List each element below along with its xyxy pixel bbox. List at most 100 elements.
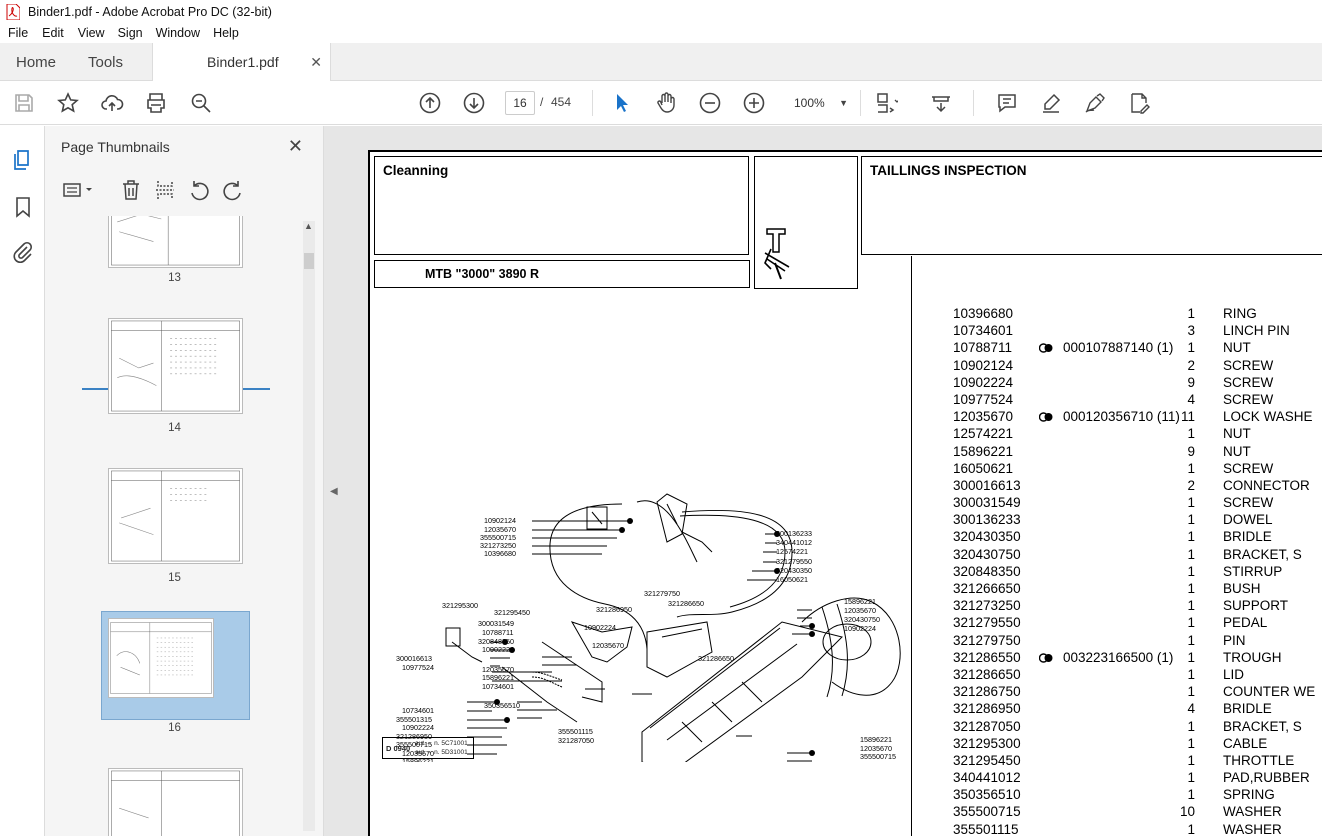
- menu-file[interactable]: File: [8, 26, 28, 40]
- page-thumbnail-current[interactable]: [108, 618, 214, 698]
- diagram-label: 10902224: [584, 623, 616, 632]
- options-menu-icon[interactable]: [61, 178, 92, 202]
- toolbar-divider: [973, 90, 974, 116]
- document-viewer[interactable]: ◀ Cleanning MTB "3000" 3890 R TAILLINGS …: [324, 126, 1322, 836]
- parts-row: 321273250 1 SUPPORT: [953, 598, 1322, 615]
- interchange-marker-icon: [1039, 343, 1053, 354]
- page-fit-icon[interactable]: [874, 91, 900, 115]
- diagram-label: 15896221: [482, 673, 514, 682]
- page-separator: /: [540, 95, 544, 109]
- diagram-label: 355501115: [558, 727, 593, 736]
- part-quantity: 1: [1187, 563, 1195, 579]
- close-panel-icon[interactable]: ✕: [288, 136, 303, 157]
- zoom-search-icon[interactable]: [189, 91, 213, 115]
- interchange-marker-icon: [1039, 412, 1053, 422]
- page-number-input[interactable]: 16: [505, 91, 535, 115]
- diagram-label: 340441012: [776, 538, 812, 547]
- menu-sign[interactable]: Sign: [118, 26, 143, 40]
- part-number: 12574221: [953, 426, 1014, 442]
- parts-row: 321295300 1 CABLE: [953, 736, 1322, 753]
- scroll-thumb[interactable]: [304, 253, 314, 269]
- part-number: 10977524: [953, 391, 1014, 407]
- rotate-right-icon[interactable]: [221, 178, 245, 202]
- tab-tools[interactable]: Tools: [88, 43, 123, 81]
- scroll-mode-icon[interactable]: [929, 91, 953, 115]
- drawing-note: aut.→ n. 5C71001: [415, 740, 468, 747]
- menu-help[interactable]: Help: [213, 26, 239, 40]
- diagram-label: 10902224: [482, 645, 514, 654]
- print-icon[interactable]: [144, 91, 168, 115]
- symbol-box: [754, 156, 858, 289]
- drawing-note: aut.→ n. 5D31001: [415, 749, 468, 756]
- zoom-level-select[interactable]: 100% ▼: [786, 91, 852, 115]
- part-quantity: 2: [1187, 357, 1195, 373]
- page-thumbnail[interactable]: [108, 468, 243, 564]
- exploded-diagram: 10902124 12035670 355500715 321273250 10…: [382, 432, 904, 786]
- diagram-label: 16050621: [776, 575, 808, 584]
- part-number: 355500715: [953, 804, 1021, 820]
- parts-row: 321279550 1 PEDAL: [953, 615, 1322, 632]
- diagram-label: 321295300: [442, 601, 478, 610]
- sign-pen-icon[interactable]: [1083, 91, 1107, 115]
- zoom-in-icon[interactable]: [742, 91, 766, 115]
- thumbnail-scrollbar[interactable]: ▲: [303, 221, 315, 831]
- tab-home[interactable]: Home: [16, 43, 56, 81]
- part-description: LOCK WASHE: [1223, 409, 1313, 425]
- page-thumbnails-icon[interactable]: [11, 148, 35, 172]
- zoom-out-icon[interactable]: [698, 91, 722, 115]
- part-number: 340441012: [953, 770, 1021, 786]
- part-description: PEDAL: [1223, 615, 1268, 631]
- part-number: 300016613: [953, 477, 1021, 493]
- select-cursor-icon[interactable]: [610, 91, 634, 115]
- parts-row: 16050621 1 SCREW: [953, 461, 1322, 478]
- title-bar: Binder1.pdf - Adobe Acrobat Pro DC (32-b…: [0, 0, 1322, 23]
- diagram-label: 321287050: [558, 736, 594, 745]
- panel-title: Page Thumbnails: [61, 139, 170, 155]
- star-icon[interactable]: [56, 91, 80, 115]
- menu-edit[interactable]: Edit: [42, 26, 64, 40]
- thumbnails-panel: Page Thumbnails ✕ 13 14 15 16 ▲: [45, 126, 324, 836]
- bookmark-icon[interactable]: [11, 195, 35, 219]
- parts-row: 10977524 4 SCREW: [953, 392, 1322, 409]
- comment-icon[interactable]: [995, 91, 1019, 115]
- scroll-up-icon[interactable]: ▲: [304, 221, 313, 231]
- diagram-label: 12035670: [592, 641, 624, 650]
- hand-tool-icon[interactable]: [654, 91, 678, 115]
- page-thumbnail[interactable]: [108, 216, 243, 268]
- delete-page-icon[interactable]: [119, 178, 143, 202]
- page-thumbnail[interactable]: [108, 318, 243, 414]
- part-number: 321279550: [953, 615, 1021, 631]
- close-tab-icon[interactable]: ✕: [310, 54, 322, 71]
- tab-document[interactable]: Binder1.pdf ✕: [152, 43, 331, 81]
- menu-window[interactable]: Window: [156, 26, 200, 40]
- fill-sign-icon[interactable]: [1127, 91, 1151, 115]
- previous-page-icon[interactable]: [418, 91, 442, 115]
- diagram-label: 10902224: [860, 761, 892, 762]
- attachment-icon[interactable]: [11, 240, 35, 264]
- part-quantity: 11: [1180, 409, 1195, 425]
- part-number: 320430750: [953, 546, 1021, 562]
- part-description: CONNECTOR: [1223, 477, 1310, 493]
- part-number: 321279750: [953, 632, 1021, 648]
- diagram-label: 15896221: [844, 597, 876, 606]
- menu-view[interactable]: View: [78, 26, 105, 40]
- exploded-diagram-drawing: 10902124 12035670 355500715 321273250 10…: [396, 493, 901, 786]
- diagram-label: 321279550: [776, 557, 812, 566]
- parts-row: 300031549 1 SCREW: [953, 495, 1322, 512]
- save-icon[interactable]: [12, 91, 36, 115]
- part-number: 15896221: [953, 443, 1014, 459]
- upload-cloud-icon[interactable]: [100, 91, 124, 115]
- highlight-pen-icon[interactable]: [1039, 91, 1063, 115]
- replacement-part-number: 003223166500 (1): [1063, 649, 1174, 665]
- rotate-left-icon[interactable]: [187, 178, 211, 202]
- part-description: SCREW: [1223, 460, 1274, 476]
- toolbar: 16 / 454 100% ▼: [0, 81, 1322, 125]
- next-page-icon[interactable]: [462, 91, 486, 115]
- page-thumbnail[interactable]: [108, 768, 243, 836]
- thumbnail-label: 13: [168, 272, 181, 284]
- diagram-label: 321286650: [698, 654, 734, 663]
- part-description: TROUGH: [1223, 649, 1282, 665]
- thumbnail-label: 16: [168, 722, 181, 734]
- collapse-panel-icon[interactable]: ◀: [330, 486, 338, 497]
- extract-pages-icon[interactable]: [153, 178, 177, 202]
